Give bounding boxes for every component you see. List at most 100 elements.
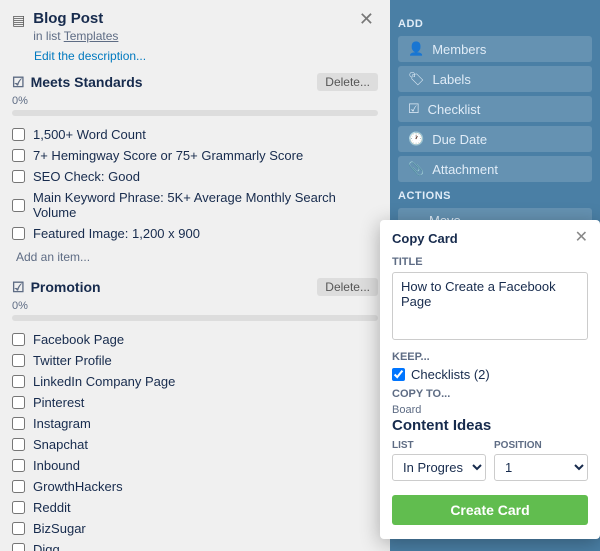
card-panel: ▤ Blog Post in list Templates ✕ Edit the… <box>0 0 390 551</box>
checklist-item: Snapchat <box>12 434 378 455</box>
card-list-link[interactable]: Templates <box>64 29 119 43</box>
delete-checklist-meets-standards[interactable]: Delete... <box>317 73 378 91</box>
sidebar-btn-label: Members <box>432 42 486 57</box>
sidebar-btn-label: Checklist <box>428 102 481 117</box>
create-card-button[interactable]: Create Card <box>392 495 588 525</box>
sidebar-add-checklist[interactable]: ☑ Checklist <box>398 96 592 122</box>
checklist-checkbox-2[interactable] <box>12 375 25 388</box>
card-title: Blog Post <box>33 10 355 27</box>
checklist-checkbox-7[interactable] <box>12 480 25 493</box>
checklist-item-label: SEO Check: Good <box>33 169 140 184</box>
progress-label: 0% <box>12 300 378 312</box>
sidebar-add-attachment[interactable]: 📎Attachment <box>398 156 592 182</box>
copy-card-popup: Copy Card ✕ Title How to Create a Facebo… <box>380 220 600 539</box>
checklist-item-label: GrowthHackers <box>33 479 123 494</box>
checklist-item-label: Reddit <box>33 500 71 515</box>
checklist-item: 1,500+ Word Count <box>12 124 378 145</box>
keep-section: Keep... Checklists (2) <box>392 351 588 382</box>
checklist-item: SEO Check: Good <box>12 166 378 187</box>
checklist-checkbox-2[interactable] <box>12 170 25 183</box>
add-buttons: 👤 Members 🏷Labels ☑ Checklist 🕐 Due Date 📎Attac… <box>398 36 592 182</box>
checklist-item: GrowthHackers <box>12 476 378 497</box>
checklist-item: LinkedIn Company Page <box>12 371 378 392</box>
add-section-title: Add <box>398 18 592 30</box>
checklist-meets-standards: ☑ Meets Standards Delete... 0% 1,500+ Word C… <box>12 73 378 266</box>
progress-label: 0% <box>12 95 378 107</box>
position-select[interactable]: 1 <box>494 454 588 481</box>
checklists-container: ☑ Meets Standards Delete... 0% 1,500+ Word C… <box>12 73 378 551</box>
checklist-checkbox-9[interactable] <box>12 522 25 535</box>
sidebar-add-labels[interactable]: 🏷Labels <box>398 66 592 92</box>
checklist-checkbox-10[interactable] <box>12 543 25 551</box>
checklist-item: Inbound <box>12 455 378 476</box>
checklist-item: Reddit <box>12 497 378 518</box>
checklist-item: Main Keyword Phrase: 5K+ Average Monthly… <box>12 187 378 223</box>
popup-close-button[interactable]: ✕ <box>575 230 588 246</box>
checklist-checkbox-1[interactable] <box>12 354 25 367</box>
due-date-icon: 🕐 <box>408 131 424 147</box>
popup-header: Copy Card ✕ <box>392 230 588 246</box>
keep-item-checklists: Checklists (2) <box>392 367 588 382</box>
title-label: Title <box>392 256 588 268</box>
checklist-checkbox-0[interactable] <box>12 333 25 346</box>
checklist-checkbox-1[interactable] <box>12 149 25 162</box>
popup-title: Copy Card <box>392 231 458 246</box>
keep-items: Checklists (2) <box>392 367 588 382</box>
keep-label-checklists: Checklists (2) <box>411 367 490 382</box>
position-label: Position <box>494 440 588 451</box>
copy-title-input[interactable]: How to Create a Facebook Page <box>392 272 588 340</box>
board-name: Content Ideas <box>392 417 588 434</box>
checklist-item-label: Featured Image: 1,200 x 900 <box>33 226 200 241</box>
checklist-checkbox-3[interactable] <box>12 396 25 409</box>
card-icon: ▤ <box>12 12 25 29</box>
checklist-checkbox-3[interactable] <box>12 199 25 212</box>
checklist-checkbox-4[interactable] <box>12 227 25 240</box>
checklist-item-label: 1,500+ Word Count <box>33 127 146 142</box>
sidebar-add-members[interactable]: 👤 Members <box>398 36 592 62</box>
checklist-item-label: Main Keyword Phrase: 5K+ Average Monthly… <box>33 190 378 220</box>
checklist-checkbox-6[interactable] <box>12 459 25 472</box>
checklist-item-label: LinkedIn Company Page <box>33 374 175 389</box>
keep-label: Keep... <box>392 351 588 363</box>
checklist-checkbox-0[interactable] <box>12 128 25 141</box>
members-icon: 👤 <box>408 41 424 57</box>
checklist-check-icon: ☑ <box>12 279 25 296</box>
close-button[interactable]: ✕ <box>355 10 378 28</box>
checklist-item-label: BizSugar <box>33 521 86 536</box>
checklist-item-label: Twitter Profile <box>33 353 112 368</box>
checklist-item-label: Pinterest <box>33 395 84 410</box>
list-select[interactable]: In Progress <box>392 454 486 481</box>
checklist-checkbox-8[interactable] <box>12 501 25 514</box>
checklist-item: 7+ Hemingway Score or 75+ Grammarly Scor… <box>12 145 378 166</box>
list-position-row: List In Progress Position 1 <box>392 440 588 481</box>
sidebar-btn-label: Attachment <box>432 162 498 177</box>
delete-checklist-promotion[interactable]: Delete... <box>317 278 378 296</box>
checklist-item-label: Facebook Page <box>33 332 124 347</box>
checklist-checkbox-4[interactable] <box>12 417 25 430</box>
sidebar-add-due-date[interactable]: 🕐 Due Date <box>398 126 592 152</box>
add-item-button-meets-standards[interactable]: Add an item... <box>12 248 94 266</box>
checklist-title: Meets Standards <box>31 74 143 90</box>
checklist-item: Featured Image: 1,200 x 900 <box>12 223 378 244</box>
keep-checkbox-checklists[interactable] <box>392 368 405 381</box>
sidebar-btn-label: Due Date <box>432 132 487 147</box>
checklist-icon: ☑ <box>408 101 420 117</box>
checklist-item-label: Snapchat <box>33 437 88 452</box>
progress-bar <box>12 110 378 116</box>
edit-description-link[interactable]: Edit the description... <box>34 49 378 63</box>
checklist-check-icon: ☑ <box>12 74 25 91</box>
checklist-item-label: 7+ Hemingway Score or 75+ Grammarly Scor… <box>33 148 303 163</box>
copy-to-label: Copy to... <box>392 388 588 400</box>
checklist-item-label: Digg <box>33 542 60 551</box>
checklist-item: Instagram <box>12 413 378 434</box>
checklist-item: BizSugar <box>12 518 378 539</box>
card-header: ▤ Blog Post in list Templates ✕ <box>12 10 378 43</box>
list-label: List <box>392 440 486 451</box>
checklist-item: Pinterest <box>12 392 378 413</box>
card-list-info: in list Templates <box>33 29 355 43</box>
checklist-promotion: ☑PromotionDelete...0%Facebook PageTwitte… <box>12 278 378 551</box>
checklist-item: Digg <box>12 539 378 551</box>
copy-to-section: Copy to... Board Content Ideas List In P… <box>392 388 588 481</box>
actions-section-title: Actions <box>398 190 592 202</box>
checklist-checkbox-5[interactable] <box>12 438 25 451</box>
